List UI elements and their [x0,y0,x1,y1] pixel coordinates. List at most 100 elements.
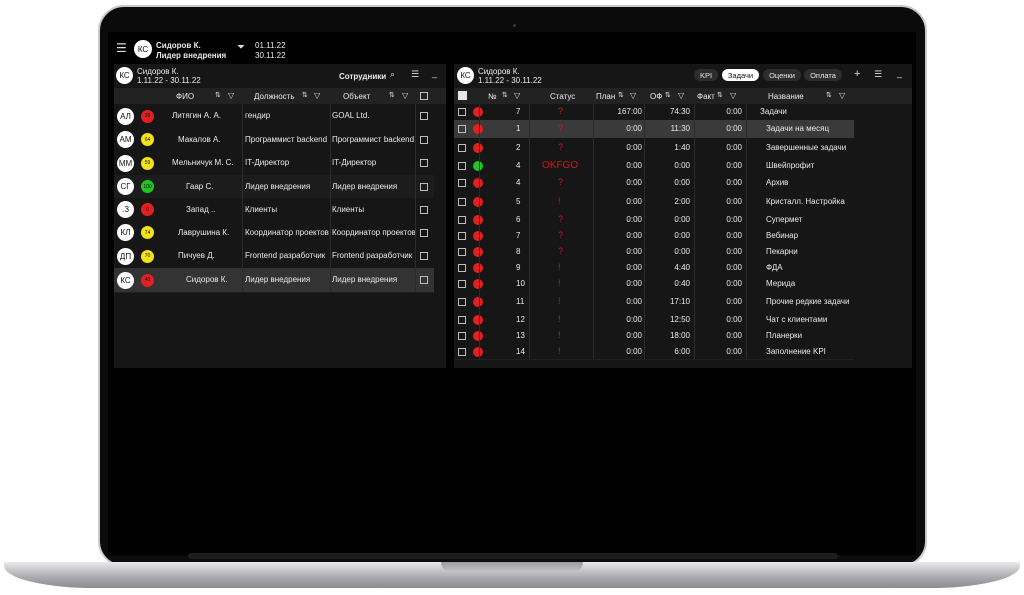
task-name[interactable]: Архив [766,178,788,187]
left-panel-avatar[interactable]: КС [116,67,133,84]
row-checkbox[interactable] [458,347,466,356]
col-object[interactable]: Объект [343,92,370,101]
row-checkbox[interactable] [458,178,466,187]
employee-name[interactable]: Сидоров К. [186,275,228,284]
table-row[interactable]: 11! 0:00 17:10 0:00 Прочие редкие задачи [454,292,854,313]
task-status[interactable]: ! [558,330,561,340]
col-fio[interactable]: ФИО [176,92,194,101]
tab-2[interactable]: Оценки [763,69,801,81]
table-row[interactable]: .З 0 Запад .. Клиенты Клиенты [114,198,434,222]
row-checkbox[interactable] [458,125,466,133]
table-row[interactable]: СГ 100 Гаар С. Лидер внедрения Лидер внедрен… [114,175,434,199]
task-status[interactable]: ! [558,262,561,272]
task-name[interactable]: Кристалл. Настройка [766,197,845,206]
tab-1[interactable]: Задачи [722,69,759,81]
add-icon[interactable]: + [854,69,860,80]
header-avatar[interactable]: КС [134,40,152,58]
table-row[interactable]: 8? 0:00 0:00 0:00 Пекарни [454,244,854,261]
employees-label[interactable]: Сотрудники [339,72,386,81]
task-name[interactable]: Вебинар [766,231,798,240]
row-checkbox[interactable] [458,264,466,272]
list-menu-icon[interactable]: ☰ [411,70,419,79]
task-status[interactable]: ? [558,177,563,187]
search-icon[interactable]: ⌕ [390,70,395,79]
table-row[interactable]: 6? 0:00 0:00 0:00 Супермет [454,212,854,229]
task-status[interactable]: ? [558,230,563,240]
row-checkbox[interactable] [458,298,466,306]
row-checkbox[interactable] [420,228,428,237]
task-status[interactable]: ? [558,214,563,224]
row-checkbox[interactable] [420,159,428,167]
header-date-to[interactable]: 30.11.22 [255,51,286,60]
employee-name[interactable]: Литягин А. А. [172,111,221,120]
table-row[interactable]: 4 OKFGO 0:00 0:00 0:00 Швейпрофит [454,158,854,175]
col-status[interactable]: Статус [550,92,575,101]
row-checkbox[interactable] [420,182,428,191]
sort-icon[interactable]: ⇅ [215,92,221,99]
table-row[interactable]: КС 40 Сидоров К. Лидер внедрения Лидер внедр… [114,268,434,293]
row-checkbox[interactable] [458,216,466,224]
row-checkbox[interactable] [458,162,466,170]
filter-icon[interactable]: ▽ [514,92,520,100]
row-checkbox[interactable] [458,197,466,206]
task-name[interactable]: Пекарни [766,247,798,256]
col-of[interactable]: ОФ [650,92,662,101]
header-date-from[interactable]: 01.11.22 [255,41,286,50]
task-status[interactable]: ! [558,278,561,288]
row-checkbox[interactable] [458,232,466,240]
employee-avatar[interactable]: КС [117,271,134,289]
row-checkbox[interactable] [458,144,466,152]
sort-icon[interactable]: ⇅ [302,92,308,99]
task-name[interactable]: ФДА [766,263,783,272]
task-name[interactable]: Чат с клиентами [766,315,827,324]
list-menu-icon[interactable]: ☰ [874,70,882,79]
task-status[interactable]: ? [558,246,563,256]
menu-icon[interactable]: ☰ [116,42,127,54]
table-row[interactable]: 9! 0:00 4:40 0:00 ФДА [454,260,854,277]
filter-icon[interactable]: ▽ [678,92,684,100]
employee-avatar[interactable]: КЛ [117,224,134,241]
sort-icon[interactable]: ⇅ [389,92,395,99]
task-name[interactable]: Задачи на месяц [766,124,829,133]
table-row[interactable]: 5! 0:00 2:00 0:00 Кристалл. Настройка [454,191,854,213]
sort-icon[interactable]: ⇅ [502,92,508,99]
filter-icon[interactable]: ▽ [839,92,845,100]
sort-icon[interactable]: ⇅ [665,92,671,99]
filter-icon[interactable]: ▽ [630,92,636,100]
row-checkbox[interactable] [420,205,428,214]
select-all-tasks-checkbox[interactable] [458,91,467,100]
table-row[interactable]: ММ 59 Мельничук М. С. IT-Директор IT-Директо… [114,151,434,176]
minimize-icon[interactable]: _ [897,69,902,78]
task-name[interactable]: Супермет [766,215,802,224]
task-name[interactable]: Задачи [760,107,787,116]
filter-icon[interactable]: ▽ [402,92,408,100]
filter-icon[interactable]: ▽ [314,92,320,100]
row-checkbox[interactable] [420,135,428,144]
table-row[interactable]: 12! 0:00 12:50 0:00 Чат с клиентами [454,312,854,329]
row-checkbox[interactable] [420,252,428,260]
row-checkbox[interactable] [458,108,466,116]
filter-icon[interactable]: ⏷ [237,43,245,53]
table-row[interactable]: КЛ 74 Лаврушина К. Координатор проектов Коор… [114,221,434,245]
sort-icon[interactable]: ⇅ [618,92,624,99]
table-row[interactable]: ДП 70 Пичуев Д. Frontend разработчик Fronten… [114,244,434,269]
col-fact[interactable]: Факт [697,92,715,101]
minimize-icon[interactable]: _ [432,69,437,78]
table-row[interactable]: 10! 0:00 0:40 0:00 Мерида [454,276,854,293]
sort-icon[interactable]: ⇅ [826,92,832,99]
employee-name[interactable]: Запад .. [186,205,215,214]
sort-icon[interactable]: ⇅ [717,92,723,99]
row-checkbox[interactable] [458,332,466,340]
select-all-checkbox[interactable] [420,92,428,100]
task-name[interactable]: Завершенные задачи [766,143,846,152]
employee-name[interactable]: Лаврушина К. [178,228,229,237]
right-panel-avatar[interactable]: КС [457,67,474,84]
table-row[interactable]: 13! 0:00 18:00 0:00 Планерки [454,328,854,345]
task-status[interactable]: ? [558,123,563,133]
employee-avatar[interactable]: ММ [117,154,134,172]
task-name[interactable]: Заполнение KPI [766,347,826,356]
filter-icon[interactable]: ▽ [228,92,234,100]
table-row[interactable]: 14! 0:00 6:00 0:00 Заполнение KPI [454,344,854,360]
table-row[interactable]: 7? 167:00 74:30 0:00 Задачи [454,104,854,121]
table-row[interactable]: 1? 0:00 11:30 0:00 Задачи на месяц [454,120,854,139]
